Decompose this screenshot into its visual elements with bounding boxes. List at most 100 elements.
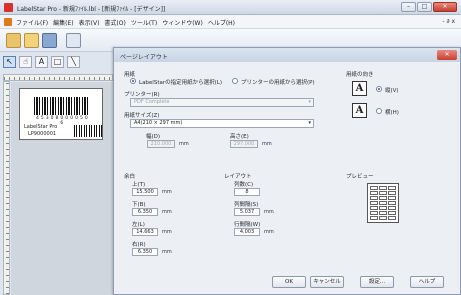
minimize-button[interactable]: – <box>401 2 416 12</box>
height-field: 297.000 <box>230 140 258 148</box>
radio-portrait[interactable] <box>376 86 382 92</box>
chevron-down-icon: ▾ <box>308 99 311 105</box>
help-button[interactable]: ヘルプ <box>410 276 444 288</box>
size-label: 用紙サイズ(Z) <box>124 113 160 119</box>
settings-button[interactable]: 設定... <box>360 276 394 288</box>
close-button[interactable]: ✕ <box>433 2 457 12</box>
text-tool-icon[interactable]: A <box>35 56 48 68</box>
top-margin-field[interactable]: 15.500 <box>132 188 158 196</box>
preview-cell <box>388 196 396 200</box>
menu-window[interactable]: ウィンドウ(W) <box>162 18 203 27</box>
new-file-icon[interactable] <box>6 33 21 48</box>
preview-cell <box>370 211 378 215</box>
row-gap-field[interactable]: 4.003 <box>234 228 260 236</box>
row-gap-unit: mm <box>264 229 274 235</box>
height-unit: mm <box>262 141 272 147</box>
label-sheet[interactable]: 4 5 3 0 8 0 0 0 0 5 0 6 LabelStar Pro LP… <box>19 88 103 140</box>
menu-help[interactable]: ヘルプ(H) <box>208 18 235 27</box>
open-folder-icon[interactable] <box>24 33 39 48</box>
ok-button[interactable]: OK <box>272 276 306 288</box>
label-code-text[interactable]: LP9000001 <box>28 131 56 137</box>
right-margin-unit: mm <box>162 249 172 255</box>
preview-cell <box>379 191 387 195</box>
app-icon <box>4 3 13 12</box>
layout-section-label: レイアウト <box>224 174 252 180</box>
preview-cell <box>370 216 378 220</box>
preview-cell <box>379 211 387 215</box>
label-name-text[interactable]: LabelStar Pro <box>24 124 57 130</box>
landscape-icon: A <box>352 103 367 118</box>
preview-cell <box>370 196 378 200</box>
mdi-controls[interactable]: - ∂ x <box>442 18 455 25</box>
window-title: LabelStar Pro - 新規ﾌｧｲﾙ.lbl - [新規ﾌｧｲﾙ - [… <box>17 6 166 13</box>
preview-cell <box>379 216 387 220</box>
right-margin-label: 右(R) <box>132 242 146 248</box>
radio-labelstar-label[interactable]: LabelStarの指定用紙から選択(L) <box>139 78 222 86</box>
preview-cell <box>379 206 387 210</box>
line-tool-icon[interactable]: ╲ <box>67 56 80 68</box>
radio-labelstar-paper[interactable] <box>130 78 136 84</box>
preview-cell <box>370 201 378 205</box>
top-margin-unit: mm <box>162 189 172 195</box>
left-margin-unit: mm <box>162 229 172 235</box>
rectangle-tool-icon[interactable]: □ <box>51 56 64 68</box>
dialog-title: ページレイアウト <box>120 54 168 61</box>
paper-section-label: 用紙 <box>124 72 136 78</box>
preview-cell <box>388 191 396 195</box>
design-canvas[interactable]: 4 5 3 0 8 0 0 0 0 5 0 6 LabelStar Pro LP… <box>11 82 113 295</box>
title-bar: LabelStar Pro - 新規ﾌｧｲﾙ.lbl - [新規ﾌｧｲﾙ - [… <box>0 0 461 15</box>
vertical-ruler <box>3 81 10 295</box>
dialog-close-button[interactable]: ✕ <box>437 50 457 60</box>
preview-cell <box>379 186 387 190</box>
column-gap-field[interactable]: 5.037 <box>234 208 260 216</box>
bottom-margin-label: 下(B) <box>132 202 146 208</box>
preview-cell <box>388 206 396 210</box>
radio-printer-label[interactable]: プリンターの用紙から選択(P) <box>241 78 315 86</box>
printer-label: プリンター(R) <box>124 92 160 98</box>
bottom-margin-field[interactable]: 6.350 <box>132 208 158 216</box>
menu-view[interactable]: 表示(V) <box>79 18 100 27</box>
width-field: 210.000 <box>147 140 175 148</box>
menu-file[interactable]: ファイル(F) <box>16 18 48 27</box>
preview-cell <box>388 216 396 220</box>
landscape-label[interactable]: 横(H) <box>385 108 399 116</box>
select-tool-icon[interactable]: ↖ <box>3 56 16 68</box>
right-margin-field[interactable]: 6.350 <box>132 248 158 256</box>
preview-cell <box>370 186 378 190</box>
preview-cell <box>388 186 396 190</box>
save-icon[interactable] <box>42 33 57 48</box>
page-layout-dialog: ページレイアウト ✕ 用紙 LabelStarの指定用紙から選択(L) プリンタ… <box>113 47 461 295</box>
columns-field[interactable]: 8 <box>234 188 260 196</box>
maximize-button[interactable]: □ <box>417 2 432 12</box>
portrait-icon: A <box>352 81 367 96</box>
bottom-margin-unit: mm <box>162 209 172 215</box>
menu-format[interactable]: 書式(O) <box>104 18 125 27</box>
paper-size-select[interactable]: A4(210 × 297 mm) ▾ <box>130 119 314 128</box>
printer-select: PDF Complete ▾ <box>130 98 314 107</box>
hand-tool-icon[interactable]: ☝ <box>19 56 32 68</box>
preview-label: プレビュー <box>346 174 374 180</box>
preview-cell <box>388 211 396 215</box>
portrait-label[interactable]: 縦(V) <box>385 86 399 94</box>
design-panel: ↖ ☝ A □ ╲ 4 5 3 0 8 0 0 0 0 5 0 6 LabelS… <box>0 52 114 295</box>
height-label: 高さ(E) <box>230 134 249 140</box>
small-barcode-image[interactable] <box>74 125 102 137</box>
preview-cell <box>370 206 378 210</box>
radio-printer-paper[interactable] <box>232 78 238 84</box>
columns-label: 列数(C) <box>234 182 254 188</box>
layout-icon[interactable] <box>66 33 81 48</box>
radio-landscape[interactable] <box>376 108 382 114</box>
row-gap-label: 行間隔(W) <box>234 222 261 228</box>
chevron-down-icon: ▾ <box>308 120 311 126</box>
barcode-image[interactable] <box>34 97 90 115</box>
top-margin-label: 上(T) <box>132 182 146 188</box>
preview-cell <box>379 201 387 205</box>
horizontal-ruler <box>3 74 113 81</box>
menu-bar: ファイル(F) 編集(E) 表示(V) 書式(O) ツール(T) ウィンドウ(W… <box>0 15 461 29</box>
cancel-button[interactable]: キャンセル <box>310 276 344 288</box>
menu-tools[interactable]: ツール(T) <box>131 18 157 27</box>
width-unit: mm <box>179 141 189 147</box>
left-margin-field[interactable]: 14.663 <box>132 228 158 236</box>
menu-edit[interactable]: 編集(E) <box>53 18 73 27</box>
dialog-title-bar: ページレイアウト ✕ <box>114 48 460 62</box>
